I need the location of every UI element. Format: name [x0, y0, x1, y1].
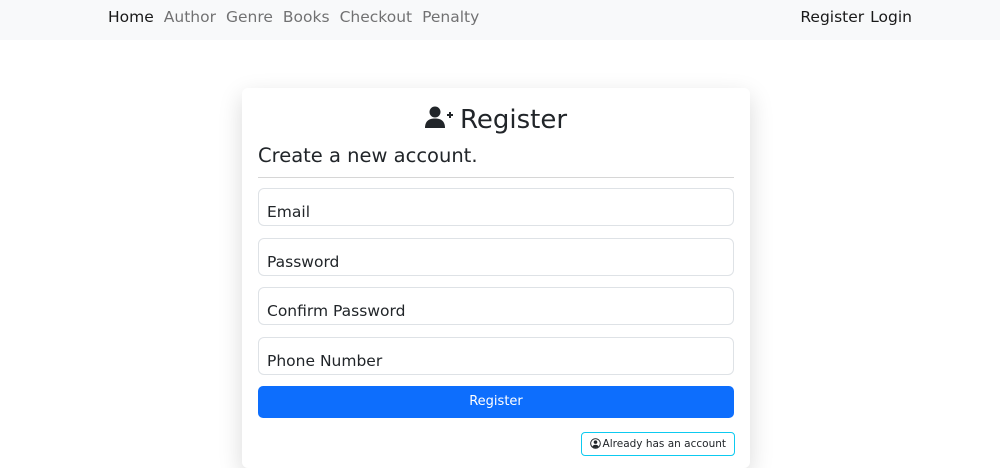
nav-link-genre[interactable]: Genre [226, 7, 273, 27]
card-title-text: Register [459, 105, 568, 135]
card-title: Register [242, 102, 750, 138]
card-subtitle: Create a new account. [258, 144, 478, 167]
nav-link-author[interactable]: Author [164, 7, 216, 27]
phone-number-field[interactable]: Phone Number [258, 337, 734, 375]
email-field[interactable]: Email [258, 188, 734, 226]
nav-auth-links: Register Login [794, 7, 912, 27]
password-field[interactable]: Password [258, 238, 734, 276]
nav-link-register[interactable]: Register [800, 7, 864, 27]
already-has-account-button[interactable]: Already has an account [580, 432, 735, 456]
password-field-label: Password [267, 253, 340, 271]
user-circle-icon [589, 438, 601, 449]
nav-link-books[interactable]: Books [283, 7, 330, 27]
confirm-password-field-label: Confirm Password [267, 302, 406, 320]
user-plus-icon [424, 106, 453, 128]
divider [258, 177, 734, 178]
register-button[interactable]: Register [258, 386, 734, 418]
nav-link-checkout[interactable]: Checkout [340, 7, 413, 27]
register-card: Register Create a new account. Email Pas… [242, 88, 750, 468]
email-field-label: Email [267, 203, 311, 221]
already-has-account-label: Already has an account [602, 438, 726, 450]
confirm-password-field[interactable]: Confirm Password [258, 287, 734, 325]
nav-link-penalty[interactable]: Penalty [422, 7, 479, 27]
nav-links: Home Author Genre Books Checkout Penalty [108, 7, 489, 27]
nav-link-login[interactable]: Login [870, 7, 912, 27]
nav-link-home[interactable]: Home [108, 7, 154, 27]
phone-number-field-label: Phone Number [267, 352, 383, 370]
navbar: Home Author Genre Books Checkout Penalty… [0, 0, 1000, 40]
